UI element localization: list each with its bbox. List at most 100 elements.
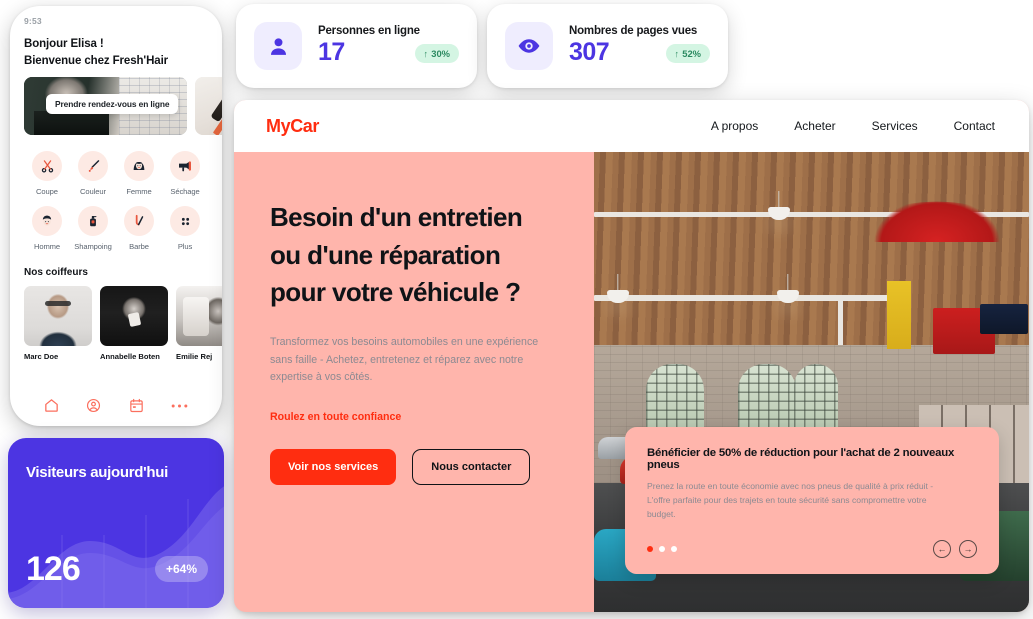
- service-item-shampoing[interactable]: Shampoing: [70, 206, 116, 251]
- home-icon[interactable]: [43, 397, 60, 414]
- service-item-couleur[interactable]: Couleur: [70, 151, 116, 196]
- alfa-romeo-sign: [980, 303, 1028, 334]
- stylist-card[interactable]: Annabelle Boten: [100, 286, 168, 361]
- stylist-card[interactable]: Marc Doe: [24, 286, 92, 361]
- status-badge: ↑ 30%: [414, 43, 459, 63]
- service-label: Barbe: [129, 242, 149, 252]
- hero-heading: Besoin d'un entretien ou d'une réparatio…: [270, 199, 594, 312]
- hero-paragraph: Transformez vos besoins automobiles en u…: [270, 336, 539, 384]
- calendar-icon[interactable]: [128, 397, 145, 414]
- hero-heading-line-2: ou d'une réparation: [270, 239, 501, 270]
- visitors-footer: 126 +64%: [26, 552, 208, 586]
- stylist-card[interactable]: Emilie Rej: [176, 286, 222, 361]
- service-label: Femme: [126, 187, 152, 197]
- hero-content: Besoin d'un entretien ou d'une réparatio…: [234, 152, 594, 612]
- hair-brush-icon: [78, 151, 108, 182]
- visitors-title: Visiteurs aujourd'hui: [26, 464, 169, 481]
- greeting-line-1: Bonjour Elisa !: [24, 38, 104, 50]
- service-grid: Coupe Couleur Femme Séchage Homme Shampo…: [24, 151, 208, 251]
- shampoo-bottle-icon: [78, 206, 108, 237]
- visitors-value: 126: [26, 550, 81, 588]
- hero-heading-line-3: pour votre véhicule ?: [270, 277, 521, 308]
- greeting-block: Bonjour Elisa ! Bienvenue chez Fresh'Hai…: [24, 36, 208, 69]
- carousel-next-arrow-icon[interactable]: →: [959, 540, 977, 558]
- promo-title: Bénéficier de 50% de réduction pour l'ac…: [647, 447, 955, 472]
- stat-delta: 30%: [431, 47, 450, 59]
- nav-links: A propos Acheter Services Contact: [711, 119, 995, 133]
- stylist-photo: [100, 286, 168, 347]
- carousel-prev-arrow-icon[interactable]: ←: [933, 540, 951, 558]
- greeting-line-2: Bienvenue chez Fresh'Hair: [24, 54, 169, 67]
- account-icon[interactable]: [85, 397, 102, 414]
- scissors-icon: [32, 151, 62, 182]
- hero-tagline: Roulez en toute confiance: [270, 410, 402, 423]
- carousel-arrows: ← →: [933, 540, 977, 558]
- service-item-plus[interactable]: Plus: [162, 206, 208, 251]
- status-badge: ↑ 52%: [665, 43, 710, 63]
- service-item-homme[interactable]: Homme: [24, 206, 70, 251]
- banner-card-secondary[interactable]: [195, 77, 222, 136]
- service-item-coupe[interactable]: Coupe: [24, 151, 70, 196]
- service-label: Séchage: [170, 187, 200, 197]
- carousel-dot[interactable]: [671, 546, 677, 552]
- carousel-dot[interactable]: [659, 546, 665, 552]
- arrow-up-icon: ↑: [674, 47, 680, 59]
- promo-description: Prenez la route en toute économie avec n…: [647, 481, 934, 520]
- banner-card-primary[interactable]: Prendre rendez-vous en ligne: [24, 77, 187, 136]
- mycar-website-mockup: MyCar A propos Acheter Services Contact …: [234, 100, 1029, 612]
- stat-card-page-views: Nombres de pages vues 307 ↑ 52%: [487, 4, 728, 88]
- hair-dryer-icon: [170, 151, 200, 182]
- service-label: Homme: [33, 242, 61, 252]
- service-label: Coupe: [36, 187, 58, 197]
- service-item-femme[interactable]: Femme: [116, 151, 162, 196]
- stylist-photo: [24, 286, 92, 347]
- stylist-name: Annabelle Boten: [100, 352, 160, 362]
- stylist-name: Emilie Rej: [176, 352, 213, 362]
- yellow-banner: [887, 280, 911, 349]
- status-bar-time: 9:53: [24, 16, 42, 26]
- nav-link-services[interactable]: Services: [872, 119, 918, 133]
- grid-dots-icon: [170, 206, 200, 237]
- voir-nos-services-button[interactable]: Voir nos services: [270, 448, 397, 485]
- site-navbar: MyCar A propos Acheter Services Contact: [234, 100, 1029, 152]
- service-label: Plus: [177, 242, 193, 252]
- visitors-today-card: Visiteurs aujourd'hui 126 +64%: [8, 438, 224, 608]
- brush-photo: [195, 77, 222, 136]
- nav-link-a-propos[interactable]: A propos: [711, 119, 758, 133]
- carousel-dots: [647, 546, 677, 552]
- visitors-wave-graphic: [8, 475, 224, 608]
- banner-cta-pill[interactable]: Prendre rendez-vous en ligne: [46, 94, 179, 115]
- man-icon: [32, 206, 62, 237]
- eye-icon: [505, 22, 553, 70]
- stylists-section-title: Nos coiffeurs: [24, 267, 88, 279]
- service-item-barbe[interactable]: Barbe: [116, 206, 162, 251]
- hero-heading-line-1: Besoin d'un entretien: [270, 202, 523, 232]
- stat-value: 307: [569, 38, 610, 67]
- stat-title: Nombres de pages vues: [569, 25, 698, 38]
- stat-bottom-row: 17 ↑ 30%: [318, 39, 459, 67]
- promo-footer: ← →: [647, 540, 977, 558]
- carousel-dot-active[interactable]: [647, 546, 653, 552]
- nav-link-acheter[interactable]: Acheter: [794, 119, 835, 133]
- brand-logo[interactable]: MyCar: [266, 116, 319, 137]
- service-item-sechage[interactable]: Séchage: [162, 151, 208, 196]
- nav-link-contact[interactable]: Contact: [954, 119, 995, 133]
- arrow-up-icon: ↑: [423, 47, 429, 59]
- nous-contacter-button[interactable]: Nous contacter: [412, 448, 531, 485]
- promo-card: Bénéficier de 50% de réduction pour l'ac…: [625, 427, 999, 574]
- screenshot-stage: 9:53 Bonjour Elisa ! Bienvenue chez Fres…: [0, 0, 1033, 619]
- phone-mockup: 9:53 Bonjour Elisa ! Bienvenue chez Fres…: [10, 6, 222, 426]
- site-hero: Besoin d'un entretien ou d'une réparatio…: [234, 152, 1029, 612]
- phone-screen: 9:53 Bonjour Elisa ! Bienvenue chez Fres…: [10, 6, 222, 426]
- ceiling-beam: [594, 294, 908, 301]
- more-dots-icon[interactable]: [170, 402, 189, 410]
- stylist-name: Marc Doe: [24, 352, 59, 362]
- bottom-tab-bar: [10, 397, 222, 414]
- stat-title: Personnes en ligne: [318, 25, 420, 38]
- person-icon: [254, 22, 302, 70]
- stat-value: 17: [318, 38, 345, 67]
- banner-carousel[interactable]: Prendre rendez-vous en ligne: [24, 77, 222, 136]
- stat-bottom-row: 307 ↑ 52%: [569, 39, 710, 67]
- razor-icon: [124, 206, 154, 237]
- stat-body: Nombres de pages vues 307 ↑ 52%: [569, 25, 710, 67]
